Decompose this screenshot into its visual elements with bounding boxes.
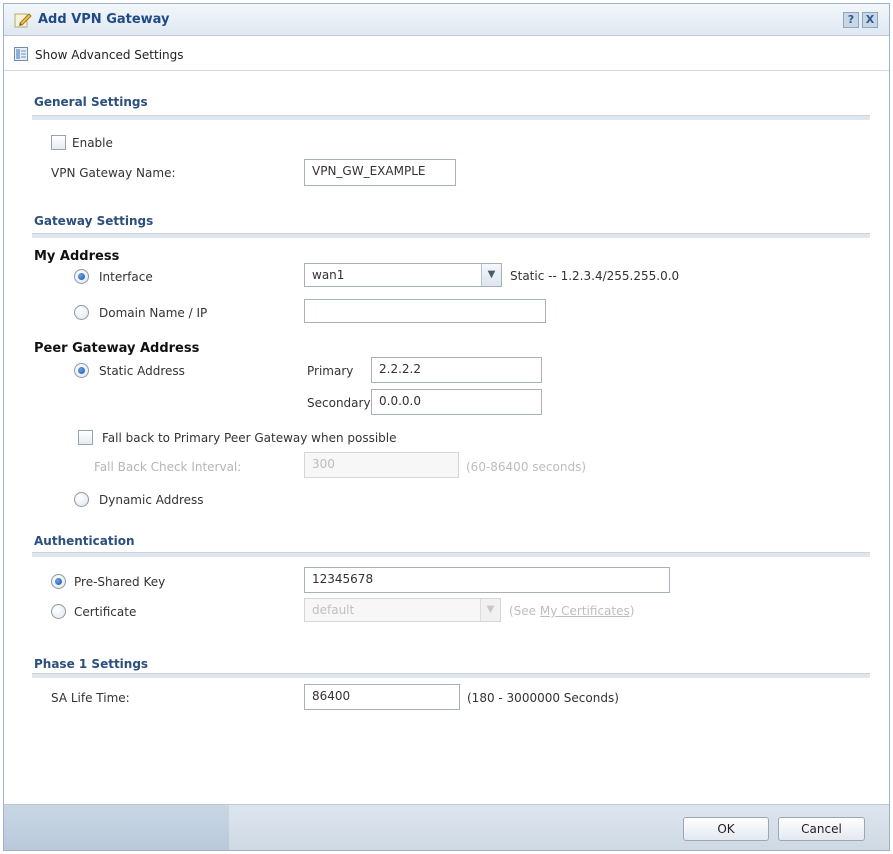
fallback-primary-checkbox[interactable]	[78, 430, 93, 445]
dialog-title: Add VPN Gateway	[38, 12, 170, 27]
general-settings-heading: General Settings	[34, 95, 148, 109]
show-advanced-settings-link[interactable]: Show Advanced Settings	[35, 48, 184, 62]
interface-radio[interactable]	[74, 269, 89, 284]
pre-shared-key-radio[interactable]	[51, 574, 66, 589]
primary-address-input[interactable]: 2.2.2.2	[371, 357, 542, 383]
section-divider	[32, 552, 870, 557]
toolbar: Show Advanced Settings	[4, 37, 889, 71]
gateway-settings-heading: Gateway Settings	[34, 214, 154, 228]
domain-name-ip-label: Domain Name / IP	[99, 306, 208, 320]
static-address-label: Static Address	[99, 364, 185, 378]
chevron-down-icon: ▼	[481, 264, 501, 286]
vpn-gateway-name-label: VPN Gateway Name:	[51, 166, 176, 180]
close-button[interactable]: X	[862, 12, 878, 28]
my-certificates-link[interactable]: My Certificates	[540, 604, 630, 618]
dynamic-address-label: Dynamic Address	[99, 493, 204, 507]
certificate-label: Certificate	[74, 605, 137, 619]
enable-checkbox[interactable]	[51, 135, 66, 150]
secondary-label: Secondary	[307, 396, 371, 410]
my-address-heading: My Address	[34, 249, 120, 264]
add-vpn-gateway-dialog: Add VPN Gateway ? X Show Advanced Settin…	[3, 3, 890, 851]
interface-label: Interface	[99, 270, 153, 284]
enable-label: Enable	[72, 136, 113, 150]
fallback-interval-input[interactable]: 300	[304, 452, 459, 478]
fallback-primary-label: Fall back to Primary Peer Gateway when p…	[102, 431, 397, 445]
interface-select-value: wan1	[312, 268, 345, 282]
interface-info-text: Static -- 1.2.3.4/255.255.0.0	[510, 269, 680, 283]
help-button[interactable]: ?	[843, 12, 859, 28]
secondary-address-input[interactable]: 0.0.0.0	[371, 389, 542, 415]
pre-shared-key-input[interactable]: 12345678	[304, 567, 670, 593]
section-divider	[32, 115, 870, 120]
section-divider	[32, 673, 870, 678]
pre-shared-key-label: Pre-Shared Key	[74, 575, 166, 589]
footer-left-panel	[4, 805, 229, 850]
certificate-radio[interactable]	[51, 604, 66, 619]
section-divider	[32, 233, 870, 238]
static-address-radio[interactable]	[74, 363, 89, 378]
certificate-select[interactable]: default ▼	[304, 598, 501, 622]
sa-life-time-label: SA Life Time:	[51, 691, 130, 705]
certificate-hint-suffix: )	[629, 604, 635, 618]
ok-button[interactable]: OK	[683, 817, 769, 841]
chevron-down-icon: ▼	[480, 599, 500, 621]
vpn-gateway-name-input[interactable]: VPN_GW_EXAMPLE	[304, 159, 456, 186]
cancel-button[interactable]: Cancel	[778, 817, 865, 841]
interface-select[interactable]: wan1 ▼	[304, 263, 502, 287]
title-bar: Add VPN Gateway ? X	[4, 4, 889, 36]
authentication-heading: Authentication	[34, 534, 135, 548]
certificate-hint-prefix: (See	[509, 604, 540, 618]
peer-gateway-address-heading: Peer Gateway Address	[34, 341, 200, 356]
dialog-footer: OK Cancel	[4, 804, 889, 850]
certificate-hint: (See My Certificates)	[509, 604, 634, 618]
primary-label: Primary	[307, 364, 354, 378]
sa-life-time-input[interactable]: 86400	[304, 684, 460, 710]
fallback-interval-range: (60-86400 seconds)	[466, 460, 586, 474]
phase1-settings-heading: Phase 1 Settings	[34, 657, 149, 671]
advanced-settings-icon	[14, 47, 28, 61]
edit-pencil-icon	[14, 13, 32, 28]
domain-name-ip-input[interactable]	[304, 299, 546, 323]
certificate-select-value: default	[312, 603, 355, 617]
domain-name-ip-radio[interactable]	[74, 305, 89, 320]
dynamic-address-radio[interactable]	[74, 492, 89, 507]
sa-life-time-range: (180 - 3000000 Seconds)	[467, 691, 619, 705]
fallback-interval-label: Fall Back Check Interval:	[94, 460, 242, 474]
